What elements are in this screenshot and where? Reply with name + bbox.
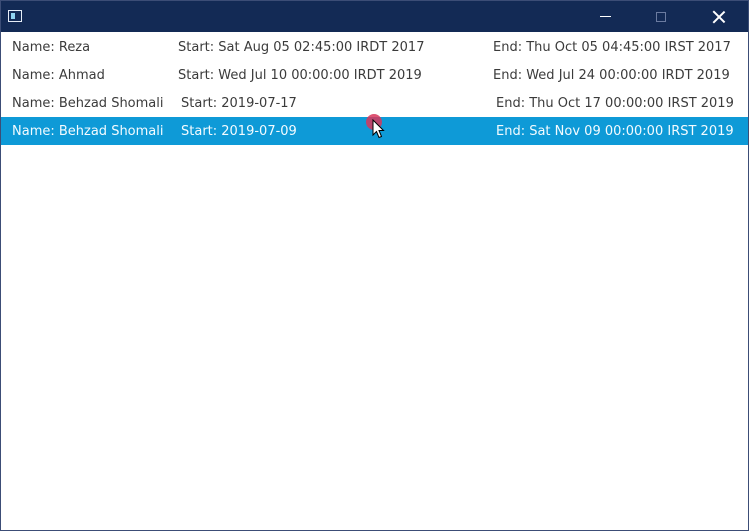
name-text: Name: Ahmad <box>12 68 105 83</box>
start-text: Start: 2019-07-09 <box>181 124 297 139</box>
pointer-arrow-icon <box>372 119 385 139</box>
start-text: Start: Wed Jul 10 00:00:00 IRDT 2019 <box>178 68 422 83</box>
maximize-button[interactable] <box>638 1 684 32</box>
minimize-button[interactable] <box>582 1 628 32</box>
close-icon <box>712 10 726 24</box>
title-bar[interactable] <box>1 1 748 32</box>
start-text: Start: 2019-07-17 <box>181 96 297 111</box>
name-text: Name: Reza <box>12 40 91 55</box>
name-text: Name: Behzad Shomali <box>12 96 164 111</box>
app-window: Name: Reza Start: Sat Aug 05 02:45:00 IR… <box>0 0 749 531</box>
list-item[interactable]: Name: Reza Start: Sat Aug 05 02:45:00 IR… <box>1 33 748 61</box>
end-text: End: Wed Jul 24 00:00:00 IRDT 2019 <box>493 68 730 83</box>
end-text: End: Thu Oct 17 00:00:00 IRST 2019 <box>496 96 734 111</box>
end-text: End: Sat Nov 09 00:00:00 IRST 2019 <box>496 124 734 139</box>
maximize-icon <box>656 11 666 22</box>
minimize-icon <box>599 16 611 17</box>
end-text: End: Thu Oct 05 04:45:00 IRST 2017 <box>493 40 731 55</box>
start-text: Start: Sat Aug 05 02:45:00 IRDT 2017 <box>178 40 425 55</box>
mouse-cursor-icon <box>362 110 388 144</box>
list-item[interactable]: Name: Ahmad Start: Wed Jul 10 00:00:00 I… <box>1 61 748 89</box>
app-icon[interactable] <box>8 10 22 22</box>
name-text: Name: Behzad Shomali <box>12 124 164 139</box>
close-button[interactable] <box>696 1 742 32</box>
